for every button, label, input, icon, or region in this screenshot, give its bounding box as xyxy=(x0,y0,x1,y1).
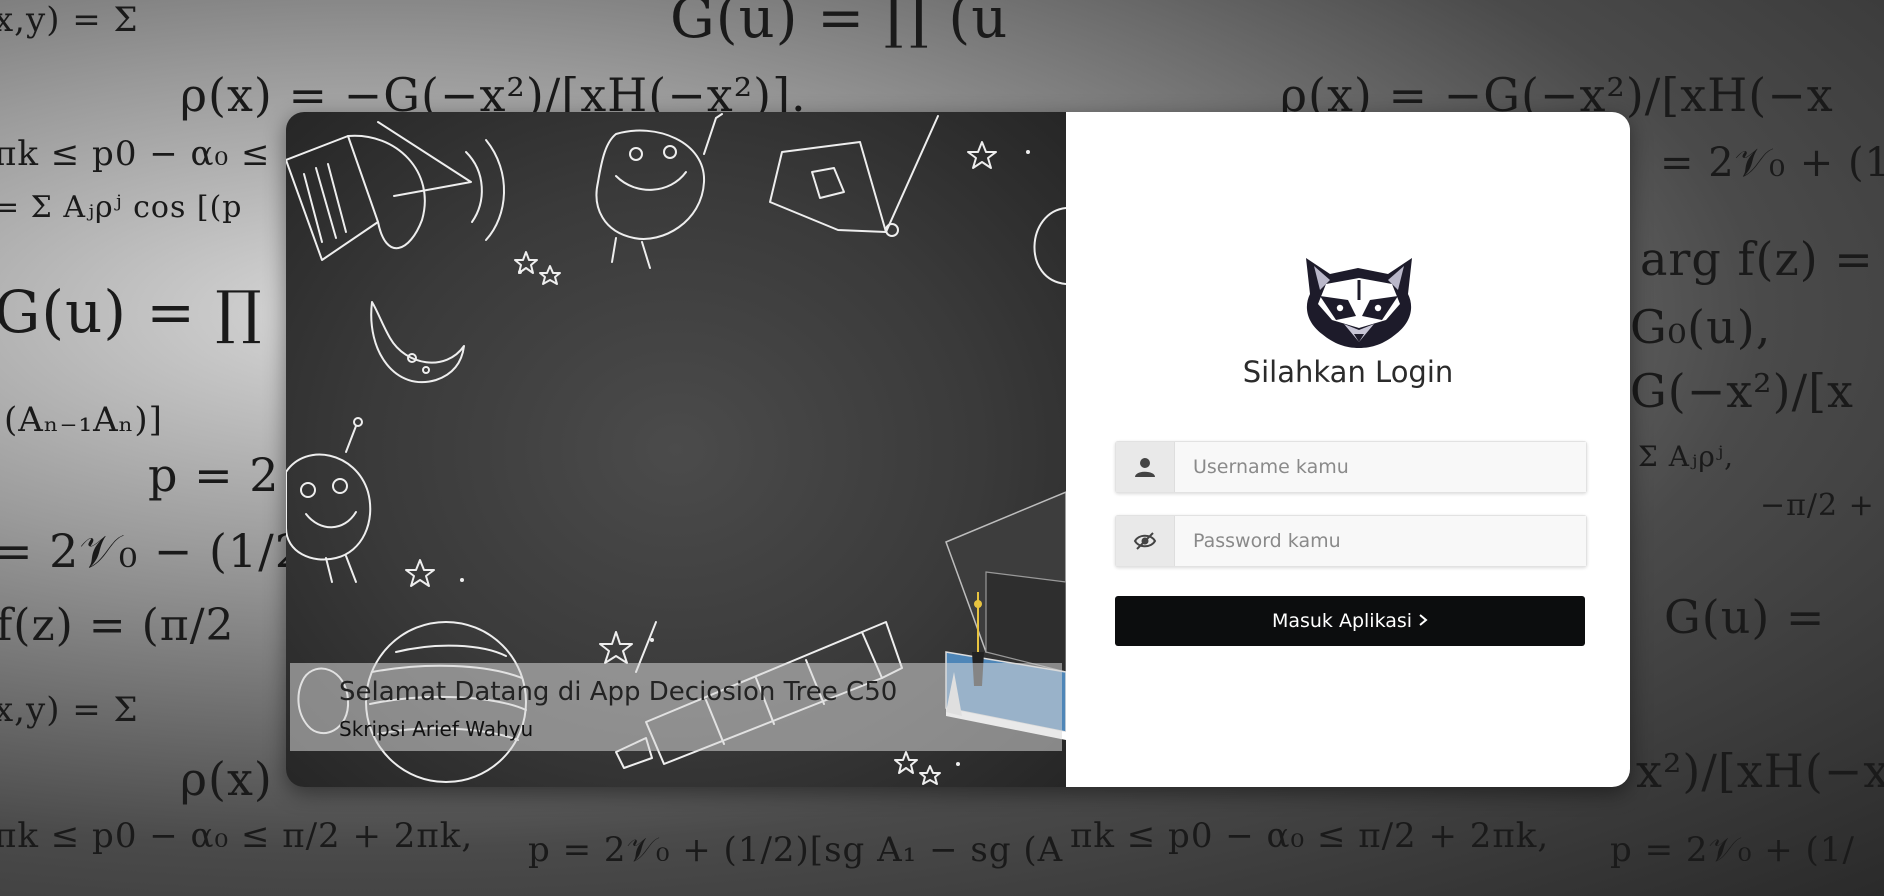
password-input[interactable] xyxy=(1175,516,1586,566)
bg-equation: x,y) = Σ xyxy=(0,0,139,40)
bg-equation: x,y) = Σ xyxy=(0,690,139,730)
username-field-group xyxy=(1115,441,1587,493)
bg-equation: πk ≤ p0 − α₀ ≤ xyxy=(0,134,271,174)
login-form-panel: Silahkan Login Username kamu Masuk Aplik… xyxy=(1066,112,1630,787)
bg-equation: πk ≤ p0 − α₀ ≤ π/2 + 2πk, xyxy=(1070,816,1550,856)
bg-equation: p = 2𝒱₀ + (1/ xyxy=(1610,830,1855,870)
password-field-group xyxy=(1115,515,1587,567)
bg-equation: G₀(u), xyxy=(1630,300,1772,354)
raccoon-logo xyxy=(1306,258,1412,348)
flag-doodle xyxy=(769,115,939,237)
chevron-right-icon xyxy=(1418,610,1428,632)
bg-equation: p = 2𝒱₀ + (1/2)[sg A₁ − sg (A xyxy=(528,830,1064,870)
bg-equation: G(u) = ∏ xyxy=(0,278,263,346)
alien-doodle-left xyxy=(286,417,372,583)
bg-equation: ρ(x) xyxy=(180,752,273,806)
bg-equation: p = 2 xyxy=(148,448,280,502)
bg-equation: −π/2 + xyxy=(1760,488,1875,523)
welcome-caption: Selamat Datang di App Deciosion Tree C50… xyxy=(290,663,1062,751)
bg-equation: Σ Aⱼρʲ, xyxy=(1638,440,1735,473)
login-card: Selamat Datang di App Deciosion Tree C50… xyxy=(286,112,1630,787)
bg-equation: f(z) = (π/2 xyxy=(0,600,235,651)
bg-equation: G(−x²)/[x xyxy=(1630,364,1854,418)
moon-doodle xyxy=(370,301,465,383)
bg-equation: x²)/[xH(−x xyxy=(1636,744,1884,798)
bg-equation: = 2𝒱₀ + (1/ xyxy=(1660,140,1884,186)
bg-equation: (Aₙ₋₁Aₙ)] xyxy=(4,400,163,440)
bg-equation: G(u) = xyxy=(1664,590,1826,644)
login-submit-button[interactable]: Masuk Aplikasi xyxy=(1115,596,1585,646)
bg-equation: = Σ Aⱼρʲ cos [(p xyxy=(0,190,243,225)
welcome-title: Selamat Datang di App Deciosion Tree C50 xyxy=(339,677,898,707)
bg-equation: G(u) = ∏ (u xyxy=(670,0,1009,51)
login-submit-label: Masuk Aplikasi xyxy=(1271,610,1413,632)
eye-slash-icon[interactable] xyxy=(1116,516,1175,566)
welcome-illustration-panel: Selamat Datang di App Deciosion Tree C50… xyxy=(286,112,1066,787)
username-input[interactable] xyxy=(1175,442,1586,492)
user-icon xyxy=(1116,442,1175,492)
welcome-subtitle: Skripsi Arief Wahyu xyxy=(339,717,534,741)
login-page: x,y) = Σ G(u) = ∏ (u ρ(x) = −G(−x²)/[xH(… xyxy=(0,0,1884,896)
satellite-dish-doodle xyxy=(286,121,505,261)
alien-doodle-top xyxy=(595,113,723,269)
bg-equation: = 2𝒱₀ − (1/2 xyxy=(0,524,305,578)
bg-equation: πk ≤ p0 − α₀ ≤ π/2 + 2πk, xyxy=(0,816,474,856)
bg-equation: arg f(z) = xyxy=(1640,232,1874,286)
login-heading: Silahkan Login xyxy=(1242,355,1454,389)
